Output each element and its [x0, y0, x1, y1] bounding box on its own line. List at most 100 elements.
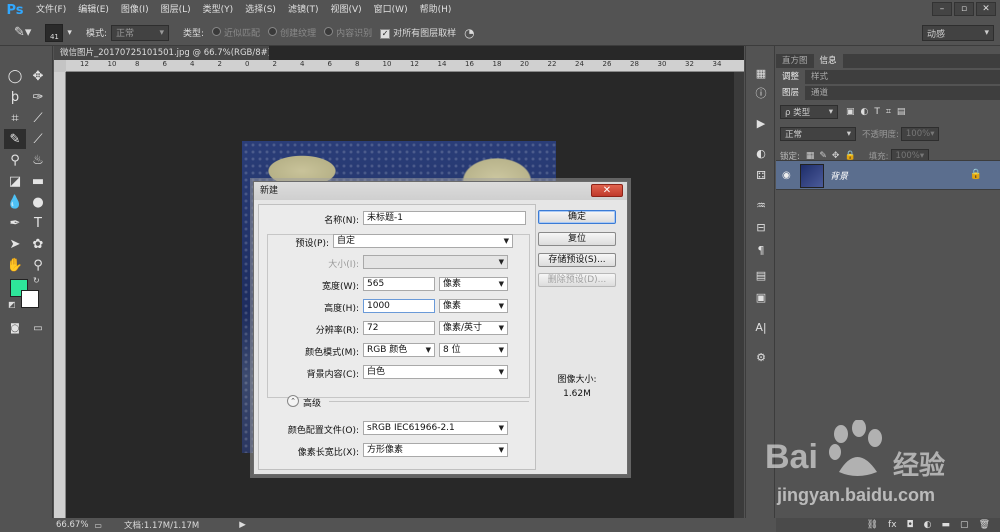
layer-row-background[interactable]: ◉ 背景 🔒	[776, 160, 1000, 190]
tab-adjustments[interactable]: 调整	[776, 70, 806, 84]
menu-select[interactable]: 选择(S)	[239, 0, 282, 20]
dialog-titlebar[interactable]: 新建 ✕	[254, 182, 627, 200]
menu-layer[interactable]: 图层(L)	[155, 0, 197, 20]
background-contents-select[interactable]: 白色 ▼	[363, 365, 508, 379]
close-window-button[interactable]: ✕	[976, 2, 996, 16]
bit-depth-select[interactable]: 8 位 ▼	[439, 343, 508, 357]
brush-dropdown-icon[interactable]: ▾	[63, 28, 76, 38]
filter-icons[interactable]: ▣◐T⌗▤	[846, 107, 911, 117]
marquee-tool-icon[interactable]: ◯	[4, 66, 26, 86]
quick-mask-icon[interactable]: ◙	[4, 318, 26, 338]
blur-tool-icon[interactable]: 💧	[4, 192, 26, 212]
histogram-icon[interactable]: ▦	[751, 64, 771, 82]
clone-source-icon[interactable]: ▣	[751, 288, 771, 306]
adjustment-icon[interactable]: ◐	[751, 144, 771, 162]
notes-icon[interactable]: ▤	[751, 266, 771, 284]
vertical-ruler[interactable]	[54, 72, 66, 518]
link-layers-icon[interactable]: ⛓	[867, 520, 878, 530]
fx-icon[interactable]: fx	[888, 520, 897, 530]
tab-channels[interactable]: 通道	[805, 86, 834, 100]
hand-tool-icon[interactable]: ✋	[4, 255, 26, 275]
advanced-toggle-button[interactable]: ⌃	[287, 395, 299, 407]
mode-select[interactable]: 正常 ▾	[111, 24, 169, 41]
background-color-swatch[interactable]	[21, 290, 39, 308]
brush-presets-icon[interactable]: ♒	[751, 196, 771, 214]
paragraph-icon[interactable]: ¶	[751, 241, 771, 259]
lasso-tool-icon[interactable]: ϸ	[4, 87, 26, 107]
menu-view[interactable]: 视图(V)	[324, 0, 367, 20]
restore-button[interactable]: ▫	[954, 2, 974, 16]
width-unit-select[interactable]: 像素 ▼	[439, 277, 508, 291]
quick-selection-icon[interactable]: ✑	[27, 87, 49, 107]
height-unit-select[interactable]: 像素 ▼	[439, 299, 508, 313]
resolution-unit-select[interactable]: 像素/英寸 ▼	[439, 321, 508, 335]
menu-type[interactable]: 类型(Y)	[197, 0, 240, 20]
menu-window[interactable]: 窗口(W)	[368, 0, 414, 20]
move-tool-icon[interactable]: ✥	[27, 66, 49, 86]
new-group-icon[interactable]: ▬	[942, 520, 951, 530]
color-profile-select[interactable]: sRGB IEC61966-2.1 ▼	[363, 421, 508, 435]
dodge-tool-icon[interactable]: ●	[27, 192, 49, 212]
default-colors-icon[interactable]: ◩	[8, 300, 16, 309]
brush-tool-icon[interactable]: ⟋	[27, 129, 49, 149]
menu-edit[interactable]: 编辑(E)	[72, 0, 115, 20]
preset-select[interactable]: 自定 ▼	[333, 234, 513, 248]
save-preset-button[interactable]: 存储预设(S)...	[538, 253, 616, 267]
minimize-button[interactable]: –	[932, 2, 952, 16]
spot-healing-brush-icon[interactable]: ✎▾	[0, 25, 35, 40]
workspace-select[interactable]: 动感 ▾	[922, 25, 994, 41]
eyedropper-tool-icon[interactable]: ⟋	[27, 108, 49, 128]
menu-help[interactable]: 帮助(H)	[414, 0, 458, 20]
zoom-tool-icon[interactable]: ⚲	[27, 255, 49, 275]
width-input[interactable]: 565	[363, 277, 435, 291]
tab-info[interactable]: 信息	[813, 54, 843, 68]
new-layer-icon[interactable]: ▢	[960, 520, 969, 530]
play-action-icon[interactable]: ▶	[751, 114, 771, 132]
status-arrow-icon[interactable]: ▶	[239, 520, 246, 530]
opacity-input[interactable]: 100% ▾	[900, 127, 939, 141]
blend-mode-select[interactable]: 正常 ▾	[780, 127, 856, 141]
zoom-level[interactable]: 66.67%	[56, 520, 88, 530]
tab-styles[interactable]: 样式	[805, 70, 834, 84]
menu-file[interactable]: 文件(F)	[30, 0, 72, 20]
type-content-aware[interactable]: 内容识别	[320, 26, 376, 39]
brush-preset-picker[interactable]: 41	[45, 23, 64, 42]
character-icon[interactable]: A|	[751, 318, 771, 336]
tab-layers[interactable]: 图层	[776, 86, 806, 100]
clone-stamp-icon[interactable]: ⚲	[4, 150, 26, 170]
history-icon[interactable]: ⚃	[751, 166, 771, 184]
shape-tool-icon[interactable]: ✿	[27, 234, 49, 254]
layer-filter-select[interactable]: ρ 类型 ▾	[780, 105, 838, 119]
crop-tool-icon[interactable]: ⌗	[4, 108, 26, 128]
reset-button[interactable]: 复位	[538, 232, 616, 246]
pen-tool-icon[interactable]: ✒	[4, 213, 26, 233]
dialog-close-button[interactable]: ✕	[591, 184, 623, 197]
menu-image[interactable]: 图像(I)	[115, 0, 155, 20]
pressure-icon[interactable]: ◔	[460, 26, 478, 40]
add-mask-icon[interactable]: ◘	[907, 520, 914, 530]
eye-icon[interactable]: ◉	[782, 170, 791, 181]
resolution-input[interactable]: 72	[363, 321, 435, 335]
screen-mode-icon[interactable]: ▭	[27, 318, 49, 338]
tab-histogram[interactable]: 直方图	[776, 54, 814, 68]
swap-colors-icon[interactable]: ↻	[33, 276, 40, 285]
pixel-aspect-select[interactable]: 方形像素 ▼	[363, 443, 508, 457]
horizontal-ruler[interactable]: 12 10 8 6 4 2 0 2 4 6 8 10 12 14 16 18 20 22 24 26 28 30 32 34	[66, 60, 744, 72]
healing-brush-icon[interactable]: ✎	[4, 129, 26, 149]
tool-presets-icon[interactable]: ⚙	[751, 348, 771, 366]
sample-all-layers-checkbox[interactable]: ✓ 对所有图层取样	[376, 26, 460, 39]
type-create-texture[interactable]: 创建纹理	[264, 26, 320, 39]
path-selection-icon[interactable]: ➤	[4, 234, 26, 254]
info-icon[interactable]: ⓘ	[751, 84, 771, 102]
new-adjustment-icon[interactable]: ◐	[924, 520, 932, 530]
vertical-scrollbar[interactable]	[734, 72, 744, 518]
color-mode-select[interactable]: RGB 颜色 ▼	[363, 343, 435, 357]
menu-filter[interactable]: 滤镜(T)	[282, 0, 325, 20]
ruler-origin[interactable]	[54, 60, 66, 72]
type-tool-icon[interactable]: T	[27, 213, 49, 233]
layer-comps-icon[interactable]: ⊟	[751, 218, 771, 236]
name-input[interactable]: 未标题-1	[363, 211, 526, 225]
type-proximity-match[interactable]: 近似匹配	[208, 26, 264, 39]
eraser-tool-icon[interactable]: ◪	[4, 171, 26, 191]
gradient-tool-icon[interactable]: ▬	[27, 171, 49, 191]
